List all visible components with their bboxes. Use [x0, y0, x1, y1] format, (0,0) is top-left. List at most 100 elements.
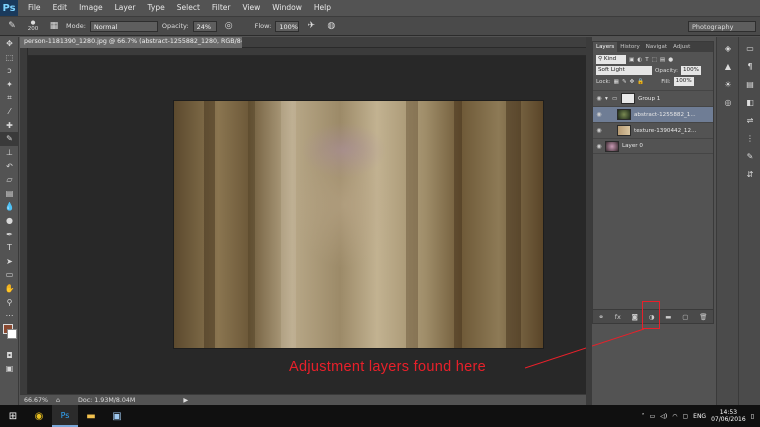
gradient-tool-icon[interactable]: ▤ — [0, 187, 19, 201]
layer-row-selected[interactable]: ◉ abstract-1255882_1... — [593, 106, 713, 122]
layer-thumbnail[interactable] — [617, 125, 631, 136]
histogram-icon[interactable]: ▲ — [718, 59, 738, 73]
notifications-icon[interactable]: ▯ — [751, 413, 754, 420]
new-layer-icon[interactable]: ▢ — [682, 313, 688, 321]
lock-brush-icon[interactable]: ✎ — [622, 79, 627, 85]
mask-icon[interactable]: ◙ — [632, 313, 638, 321]
chrome-icon[interactable]: ◉ — [26, 405, 52, 427]
filter-kind-select[interactable]: ⚲ Kind — [596, 55, 626, 64]
menu-file[interactable]: File — [22, 0, 47, 16]
visibility-eye-icon[interactable]: ◉ — [593, 95, 605, 102]
layer-row[interactable]: ◉ Layer 0 — [593, 138, 713, 154]
tab-navigator[interactable]: Navigat — [643, 42, 670, 52]
layer-name[interactable]: abstract-1255882_1... — [634, 112, 696, 118]
marquee-tool-icon[interactable]: ⬚ — [0, 51, 19, 65]
opacity-input[interactable]: 24% — [192, 20, 217, 32]
trash-icon[interactable]: 🗑 — [699, 313, 707, 321]
filter-pixel-icon[interactable]: ▣ — [629, 57, 634, 63]
panel-icon-6[interactable]: ⋮ — [740, 131, 760, 145]
filter-smart-icon[interactable]: ▤ — [660, 57, 665, 63]
tab-adjustments[interactable]: Adjust — [670, 42, 693, 52]
brush-tool-icon[interactable]: ✎ — [0, 132, 19, 146]
status-settings-icon[interactable]: ⌂ — [56, 397, 60, 404]
airbrush-icon[interactable]: ✈ — [303, 19, 319, 33]
menu-image[interactable]: Image — [73, 0, 109, 16]
panel-icon-2[interactable]: ¶ — [740, 59, 760, 73]
quick-select-tool-icon[interactable]: ✦ — [0, 78, 19, 92]
type-tool-icon[interactable]: T — [0, 241, 19, 255]
pressure-opacity-icon[interactable]: ◎ — [221, 19, 237, 33]
layer-row[interactable]: ◉ texture-1390442_12... — [593, 122, 713, 138]
layer-thumbnail[interactable] — [605, 140, 619, 152]
filter-toggle-icon[interactable]: ● — [668, 57, 673, 63]
menu-layer[interactable]: Layer — [109, 0, 142, 16]
styles-icon[interactable]: ◎ — [718, 95, 738, 109]
blur-tool-icon[interactable]: 💧 — [0, 200, 19, 214]
layer-thumbnail[interactable] — [617, 109, 631, 120]
language-indicator[interactable]: ENG — [693, 413, 706, 420]
menu-view[interactable]: View — [236, 0, 266, 16]
blend-mode-select[interactable]: Soft Light — [596, 66, 652, 75]
document-tab[interactable]: person-1181390_1280.jpg @ 66.7% (abstrac… — [20, 37, 242, 48]
eraser-tool-icon[interactable]: ▱ — [0, 173, 19, 187]
hand-tool-icon[interactable]: ✋ — [0, 282, 19, 296]
network-icon[interactable]: ▭ — [650, 413, 656, 420]
healing-tool-icon[interactable]: ✚ — [0, 119, 19, 133]
layer-fill-input[interactable]: 100% — [673, 77, 694, 86]
brush-tool-icon[interactable]: ✎ — [4, 19, 20, 33]
layer-name[interactable]: texture-1390442_12... — [634, 128, 696, 134]
layer-opacity-input[interactable]: 100% — [681, 66, 701, 75]
pressure-size-icon[interactable]: ◍ — [323, 19, 339, 33]
visibility-eye-icon[interactable]: ◉ — [593, 127, 605, 134]
filter-type-icon[interactable]: T — [645, 57, 648, 63]
workspace-select[interactable]: Photography — [688, 21, 756, 32]
background-color-swatch[interactable] — [7, 329, 17, 340]
zoom-tool-icon[interactable]: ⚲ — [0, 295, 19, 309]
mode-select[interactable]: Normal — [89, 20, 158, 32]
quick-mask-icon[interactable]: ◘ — [0, 348, 19, 362]
action-center-icon[interactable]: ▢ — [682, 413, 688, 420]
panel-icon-3[interactable]: ▤ — [740, 77, 760, 91]
panel-icon-1[interactable]: ▭ — [740, 41, 760, 55]
tab-layers[interactable]: Layers — [593, 42, 618, 52]
filter-shape-icon[interactable]: ⬚ — [652, 57, 657, 63]
color-swatches[interactable] — [0, 322, 18, 348]
layers-collapsed-icon[interactable]: ◈ — [718, 41, 738, 55]
lock-all-icon[interactable]: 🔒 — [637, 79, 644, 85]
vertical-ruler[interactable] — [20, 48, 28, 394]
menu-window[interactable]: Window — [266, 0, 308, 16]
panel-icon-5[interactable]: ⇌ — [740, 113, 760, 127]
screen-mode-icon[interactable]: ▣ — [0, 362, 19, 376]
panel-icon-4[interactable]: ◧ — [740, 95, 760, 109]
clock[interactable]: 14:53 07/06/2016 — [711, 409, 746, 423]
flow-input[interactable]: 100% — [275, 20, 300, 32]
group-expand-icon[interactable]: ▾ — [605, 96, 612, 102]
chevron-up-icon[interactable]: ˄ — [642, 413, 645, 420]
status-arrow-icon[interactable]: ▶ — [183, 397, 188, 404]
brush-preset-picker[interactable]: ● 200 — [24, 19, 42, 33]
visibility-eye-icon[interactable]: ◉ — [593, 143, 605, 150]
menu-select[interactable]: Select — [171, 0, 206, 16]
layer-mask-thumbnail[interactable] — [621, 93, 635, 104]
lasso-tool-icon[interactable]: ↄ — [0, 64, 19, 78]
menu-help[interactable]: Help — [308, 0, 337, 16]
crop-tool-icon[interactable]: ⌗ — [0, 91, 19, 105]
tab-history[interactable]: History — [617, 42, 643, 52]
menu-type[interactable]: Type — [142, 0, 171, 16]
document-artwork[interactable] — [174, 101, 543, 348]
folder-icon[interactable]: ▬ — [665, 313, 671, 321]
link-icon[interactable]: ⚭ — [598, 313, 603, 321]
layer-row-group[interactable]: ◉ ▾ ▭ Group 1 — [593, 90, 713, 106]
start-windows-icon[interactable]: ⊞ — [0, 405, 26, 427]
app-taskbar-icon[interactable]: ▣ — [104, 405, 130, 427]
pen-tool-icon[interactable]: ✒ — [0, 227, 19, 241]
adjustments-icon[interactable]: ☀ — [718, 77, 738, 91]
menu-filter[interactable]: Filter — [206, 0, 237, 16]
eyedropper-tool-icon[interactable]: ⁄ — [0, 105, 19, 119]
layer-name[interactable]: Layer 0 — [622, 143, 643, 149]
menu-edit[interactable]: Edit — [47, 0, 74, 16]
path-select-tool-icon[interactable]: ➤ — [0, 255, 19, 269]
panel-icon-8[interactable]: ⇵ — [740, 167, 760, 181]
more-tools-icon[interactable]: ⋯ — [0, 309, 19, 323]
horizontal-ruler[interactable] — [28, 48, 586, 56]
